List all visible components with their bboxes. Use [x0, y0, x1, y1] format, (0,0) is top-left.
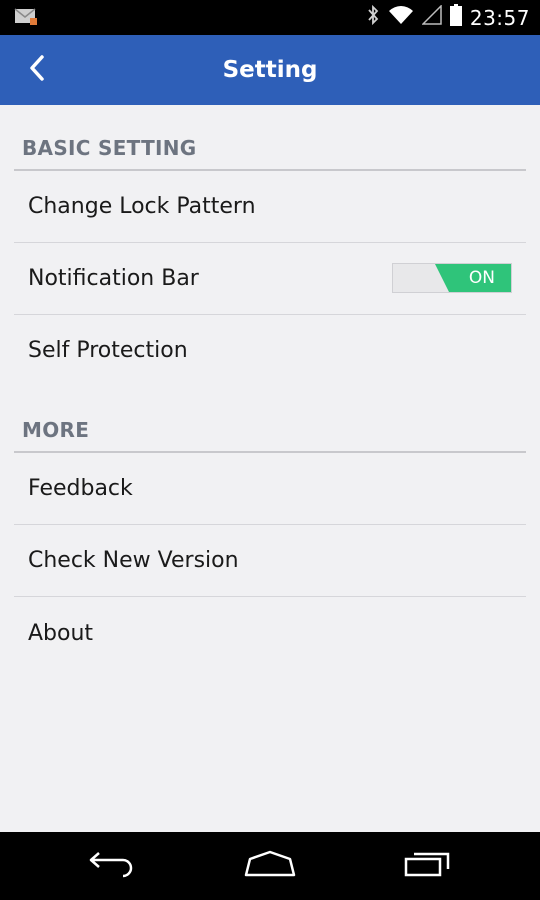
nav-home-button[interactable]: [240, 846, 300, 886]
setting-label: Change Lock Pattern: [28, 194, 256, 219]
status-time: 23:57: [469, 5, 530, 30]
system-nav-bar: [0, 832, 540, 900]
page-title: Setting: [222, 57, 318, 83]
section-header-basic-setting: BASIC SETTING: [14, 105, 526, 171]
setting-change-lock-pattern[interactable]: Change Lock Pattern: [14, 171, 526, 243]
setting-label: Self Protection: [28, 338, 188, 363]
setting-label: Feedback: [28, 476, 133, 501]
section-title: BASIC SETTING: [22, 136, 197, 160]
setting-about[interactable]: About: [14, 598, 526, 670]
bluetooth-icon: [366, 4, 380, 31]
chevron-left-icon: [28, 54, 46, 87]
wifi-icon: [388, 5, 414, 30]
settings-list: BASIC SETTING Change Lock Pattern Notifi…: [0, 105, 540, 832]
mail-notification-icon: [14, 8, 38, 26]
setting-notification-bar[interactable]: Notification Bar ON: [14, 243, 526, 315]
notification-bar-toggle[interactable]: ON: [392, 263, 512, 293]
status-icons: 23:57: [366, 0, 530, 35]
setting-check-new-version[interactable]: Check New Version: [14, 525, 526, 597]
setting-label: Notification Bar: [28, 266, 199, 291]
section-header-more: MORE: [14, 387, 526, 453]
toggle-state-label: ON: [468, 268, 495, 288]
status-bar: 23:57: [0, 0, 540, 35]
setting-feedback[interactable]: Feedback: [14, 453, 526, 525]
nav-back-button[interactable]: [82, 846, 142, 886]
setting-label: Check New Version: [28, 548, 239, 573]
section-title: MORE: [22, 418, 90, 442]
back-button[interactable]: [16, 49, 58, 91]
settings-screen: 23:57 Setting BASIC SETTING Change Lock …: [0, 0, 540, 900]
signal-icon: [421, 4, 442, 30]
home-nav-icon: [242, 849, 298, 884]
recents-nav-icon: [402, 849, 454, 884]
app-bar: Setting: [0, 35, 540, 105]
setting-self-protection[interactable]: Self Protection: [14, 315, 526, 387]
nav-recents-button[interactable]: [398, 846, 458, 886]
battery-icon: [449, 4, 462, 31]
back-nav-icon: [87, 849, 137, 884]
setting-label: About: [28, 621, 94, 646]
